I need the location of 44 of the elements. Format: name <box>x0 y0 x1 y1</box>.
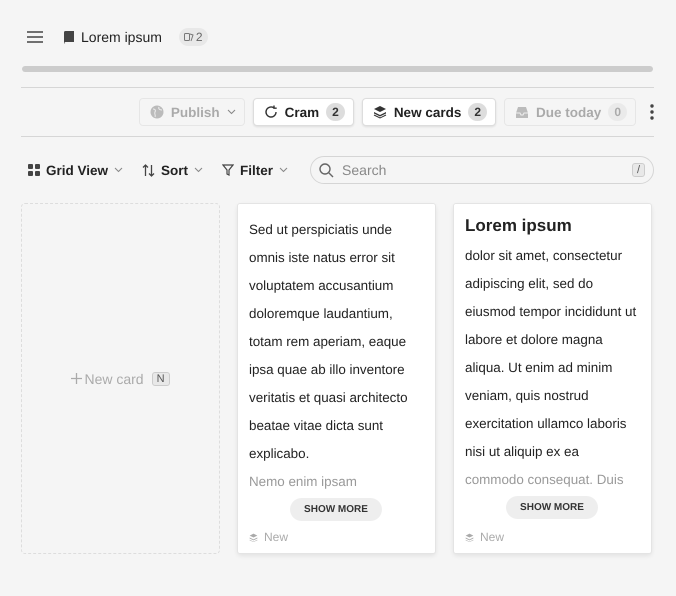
card-text-faded: Nemo enim ipsam <box>249 473 358 491</box>
status-label: New <box>480 529 504 545</box>
count-badge: 0 <box>608 103 627 121</box>
filter-dropdown[interactable]: Filter <box>215 162 296 178</box>
layers-icon <box>372 105 387 119</box>
search-input[interactable]: Search <box>342 162 624 178</box>
plus-icon <box>71 373 82 384</box>
grid-icon <box>28 164 40 176</box>
book-icon <box>63 30 74 44</box>
filter-icon <box>222 164 234 176</box>
show-more-button[interactable]: SHOW MORE <box>506 496 598 519</box>
grid-dropdown[interactable]: Grid View <box>21 162 132 178</box>
menu-icon[interactable] <box>27 31 43 43</box>
more-icon[interactable] <box>650 104 654 120</box>
card[interactable] <box>453 203 652 554</box>
show-more-button[interactable]: SHOW MORE <box>290 498 382 521</box>
card-text: dolor sit amet, consectetur adipiscing elit, sed do eiusmod tempor incididunt ut labore et dolore magna aliqua. Ut enim ad minim veniam, quis nostrud exercitation ullamco laboris nisi ut aliquip ex ea <box>465 247 638 461</box>
deck-title: Lorem ipsum <box>81 29 162 45</box>
count-badge: 2 <box>468 103 488 121</box>
caret-icon <box>279 167 288 173</box>
search-icon <box>319 162 334 178</box>
globe-icon <box>150 105 164 119</box>
layers-icon <box>465 532 474 542</box>
refresh-icon <box>264 105 278 119</box>
layers-icon <box>249 532 258 542</box>
search-field[interactable]: Search / <box>310 156 654 184</box>
card[interactable] <box>237 203 436 554</box>
cards-count-badge: 2 <box>178 28 208 46</box>
caret-icon <box>114 167 124 173</box>
new-button[interactable]: New cards 2 <box>362 98 496 126</box>
shortcut-key: N <box>152 372 170 386</box>
sort-dropdown[interactable]: Sort <box>135 162 212 178</box>
card-text: Sed ut perspiciatis unde omnis iste natus error sit voluptatem accusantium doloremque laudantium, totam rem aperiam, eaque ipsa quae ab illo inventore veritatis et quasi architecto beatae vitae dicta sunt explicabo. <box>249 221 409 463</box>
card-title: Lorem ipsum <box>465 216 573 236</box>
inbox-icon <box>515 105 530 119</box>
cram-button[interactable]: Cram 2 <box>252 98 354 126</box>
sort-icon <box>142 164 156 176</box>
status-label: New <box>264 529 288 545</box>
caret-icon <box>194 167 204 173</box>
shortcut-key: / <box>632 163 645 177</box>
count-badge: 2 <box>326 103 345 121</box>
card-text-faded: commodo consequat. Duis <box>465 471 625 489</box>
cards-icon <box>184 32 194 42</box>
new-card-area[interactable]: New card N <box>21 203 220 554</box>
